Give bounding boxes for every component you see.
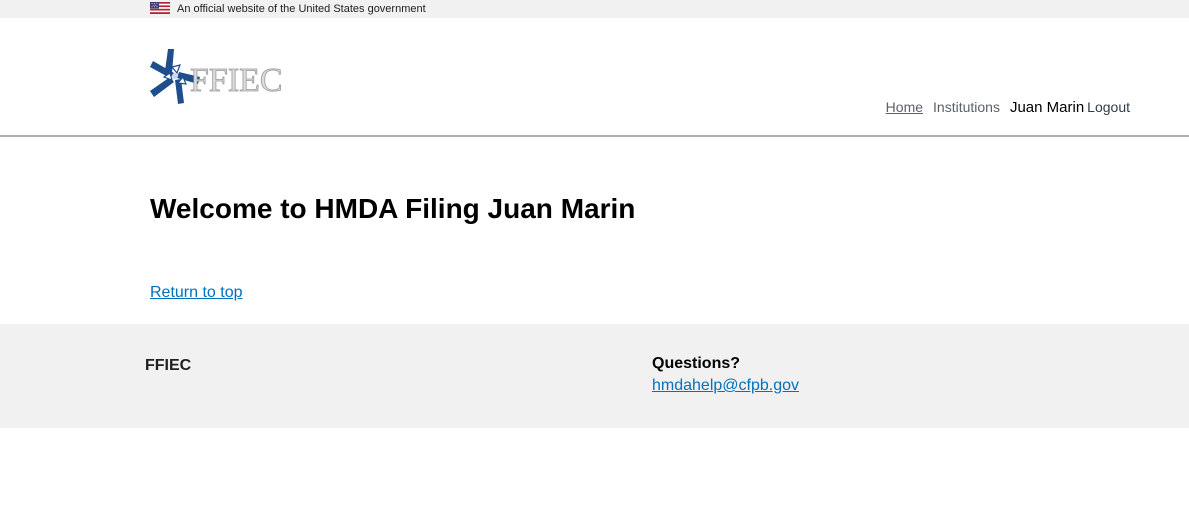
site-header: FFIEC Home Institutions Juan Marin Logou… [0, 18, 1189, 137]
logout-link[interactable]: Logout [1087, 99, 1130, 115]
nav-home-link[interactable]: Home [886, 99, 923, 115]
gov-banner: An official website of the United States… [0, 0, 1189, 18]
gov-banner-text: An official website of the United States… [177, 3, 426, 15]
page-title: Welcome to HMDA Filing Juan Marin [150, 193, 636, 224]
logo-text: FFIEC [190, 62, 283, 99]
ffiec-star-logo-icon[interactable]: FFIEC [150, 47, 302, 105]
footer-brand: FFIEC [145, 357, 192, 374]
nav-institutions-link[interactable]: Institutions [933, 99, 1000, 115]
main-nav: Home Institutions Juan Marin Logout [886, 99, 1130, 116]
questions-heading: Questions? [652, 355, 741, 372]
site-footer: FFIEC Questions? hmdahelp@cfpb.gov [0, 324, 1189, 428]
us-flag-icon [150, 2, 170, 14]
help-email-link[interactable]: hmdahelp@cfpb.gov [652, 377, 799, 395]
user-name: Juan Marin [1009, 99, 1085, 116]
return-to-top-link[interactable]: Return to top [150, 283, 243, 303]
